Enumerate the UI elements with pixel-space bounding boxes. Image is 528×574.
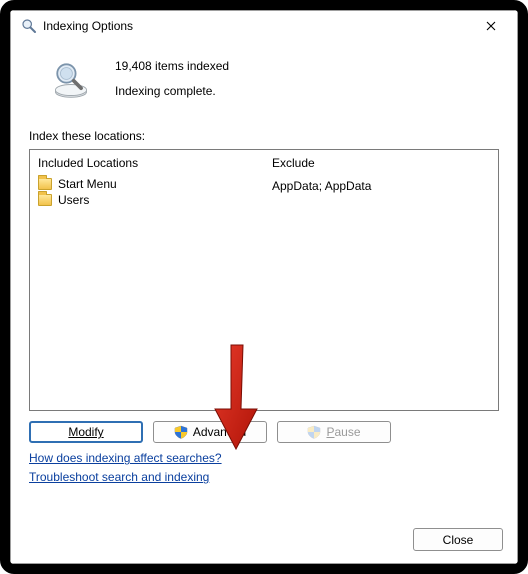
folder-icon [38, 194, 52, 206]
status-row: 19,408 items indexed Indexing complete. [29, 49, 499, 113]
included-header: Included Locations [30, 154, 264, 176]
window-inner: Indexing Options [10, 10, 518, 564]
advanced-button[interactable]: Advanced [153, 421, 267, 443]
help-link[interactable]: How does indexing affect searches? [29, 451, 222, 465]
list-item-label: AppData; AppData [272, 179, 371, 193]
button-label: Close [443, 533, 474, 547]
shield-icon [174, 425, 188, 439]
troubleshoot-link[interactable]: Troubleshoot search and indexing [29, 470, 209, 484]
close-button[interactable]: Close [413, 528, 503, 551]
included-column: Included Locations Start Menu Users [30, 150, 264, 410]
pause-button: Pause [277, 421, 391, 443]
button-label: Modify [68, 425, 103, 439]
titlebar: Indexing Options [11, 11, 517, 41]
list-item-label: Start Menu [58, 177, 117, 191]
locations-label: Index these locations: [29, 129, 499, 143]
modify-button[interactable]: Modify [29, 421, 143, 443]
indexing-state: Indexing complete. [115, 82, 229, 101]
magnifier-drive-icon [49, 57, 93, 101]
exclude-header: Exclude [264, 154, 498, 176]
shield-icon [307, 425, 321, 439]
list-item[interactable]: Start Menu [30, 176, 264, 192]
window-frame: Indexing Options [0, 0, 528, 574]
folder-icon [38, 178, 52, 190]
window-title: Indexing Options [37, 19, 471, 33]
exclude-column: Exclude AppData; AppData [264, 150, 498, 410]
list-item: AppData; AppData [264, 178, 498, 194]
content-area: 19,408 items indexed Indexing complete. … [11, 41, 517, 484]
indexing-options-icon [21, 18, 37, 34]
links-area: How does indexing affect searches? Troub… [29, 451, 499, 484]
window-close-button[interactable] [471, 12, 511, 40]
button-label: Pause [326, 425, 360, 439]
list-item[interactable]: Users [30, 192, 264, 208]
button-row: Modify Advanced [29, 421, 499, 443]
indexed-count: 19,408 items indexed [115, 57, 229, 76]
button-label: Advanced [193, 425, 246, 439]
list-item-label: Users [58, 193, 89, 207]
status-text: 19,408 items indexed Indexing complete. [115, 57, 229, 101]
footer: Close [413, 528, 503, 551]
locations-listbox[interactable]: Included Locations Start Menu Users Excl… [29, 149, 499, 411]
